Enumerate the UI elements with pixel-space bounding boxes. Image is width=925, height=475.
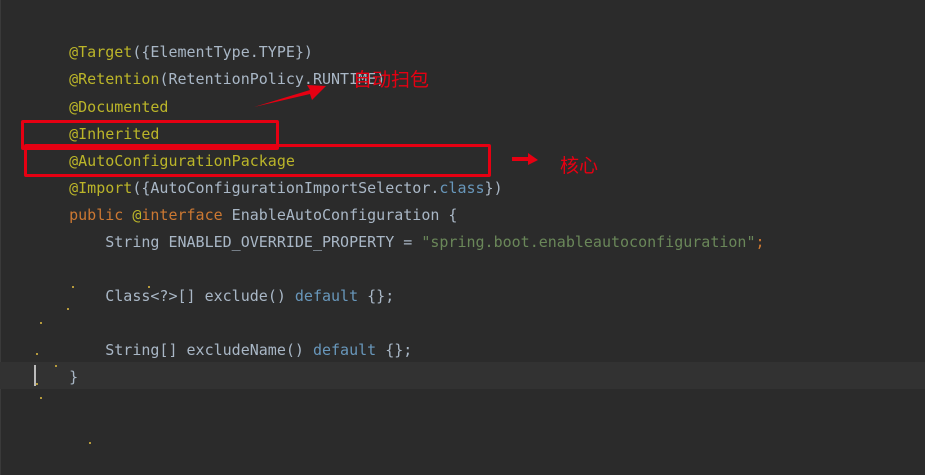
string-literal: "spring.boot.enableautoconfiguration"	[421, 233, 756, 251]
semicolon: ;	[755, 233, 765, 251]
default-keyword: default	[294, 287, 359, 305]
gutter-divider	[0, 0, 1, 475]
parens: ()	[267, 287, 295, 305]
default-keyword: default	[312, 341, 377, 359]
code-line-documented[interactable]: @Documented	[33, 67, 168, 116]
parens: ()	[285, 341, 313, 359]
auto-scan-note: 自动扫包	[353, 69, 430, 91]
gutter-marker	[67, 308, 69, 310]
paren-close: })	[484, 179, 503, 197]
code-line-target[interactable]: @Target({ElementType.TYPE})	[33, 12, 313, 61]
arrow-icon	[512, 153, 538, 165]
method-name: excludeName	[186, 341, 286, 359]
gutter-marker	[89, 442, 91, 444]
closing-brace: }	[69, 368, 79, 386]
constant-name: ENABLED_OVERRIDE_PROPERTY	[168, 233, 395, 251]
highlight-box-import	[24, 144, 491, 177]
core-note: 核心	[560, 155, 599, 177]
method-name: exclude	[204, 287, 268, 305]
gutter-marker	[36, 383, 38, 385]
current-line-highlight	[0, 362, 925, 389]
code-line-interface-declaration[interactable]: public @interface EnableAutoConfiguratio…	[33, 175, 457, 224]
assign-op: =	[394, 233, 422, 251]
type-name: String[]	[105, 341, 187, 359]
type-name: String	[105, 233, 169, 251]
gutter-marker	[148, 286, 150, 288]
gutter-marker	[72, 286, 74, 288]
gutter-marker	[36, 353, 38, 355]
gutter-marker	[40, 322, 42, 324]
code-line-retention[interactable]: @Retention(RetentionPolicy.RUNTIME)	[33, 39, 385, 88]
type-name: Class<?>[]	[105, 287, 205, 305]
default-value: {};	[376, 341, 413, 359]
code-line-closing-brace[interactable]: }	[33, 337, 78, 386]
gutter-marker	[40, 397, 42, 399]
default-value: {};	[358, 287, 395, 305]
code-line-excludename[interactable]: String[] excludeName() default {};	[33, 310, 412, 359]
code-line-exclude[interactable]: Class<?>[] exclude() default {};	[33, 256, 394, 305]
code-line-constant[interactable]: String ENABLED_OVERRIDE_PROPERTY = "spri…	[33, 202, 764, 251]
code-editor[interactable]: @Target({ElementType.TYPE}) @Retention(R…	[0, 0, 925, 475]
code-line-inherited[interactable]: @Inherited	[33, 94, 159, 143]
arrow-icon	[254, 85, 326, 107]
gutter-marker	[55, 365, 57, 367]
